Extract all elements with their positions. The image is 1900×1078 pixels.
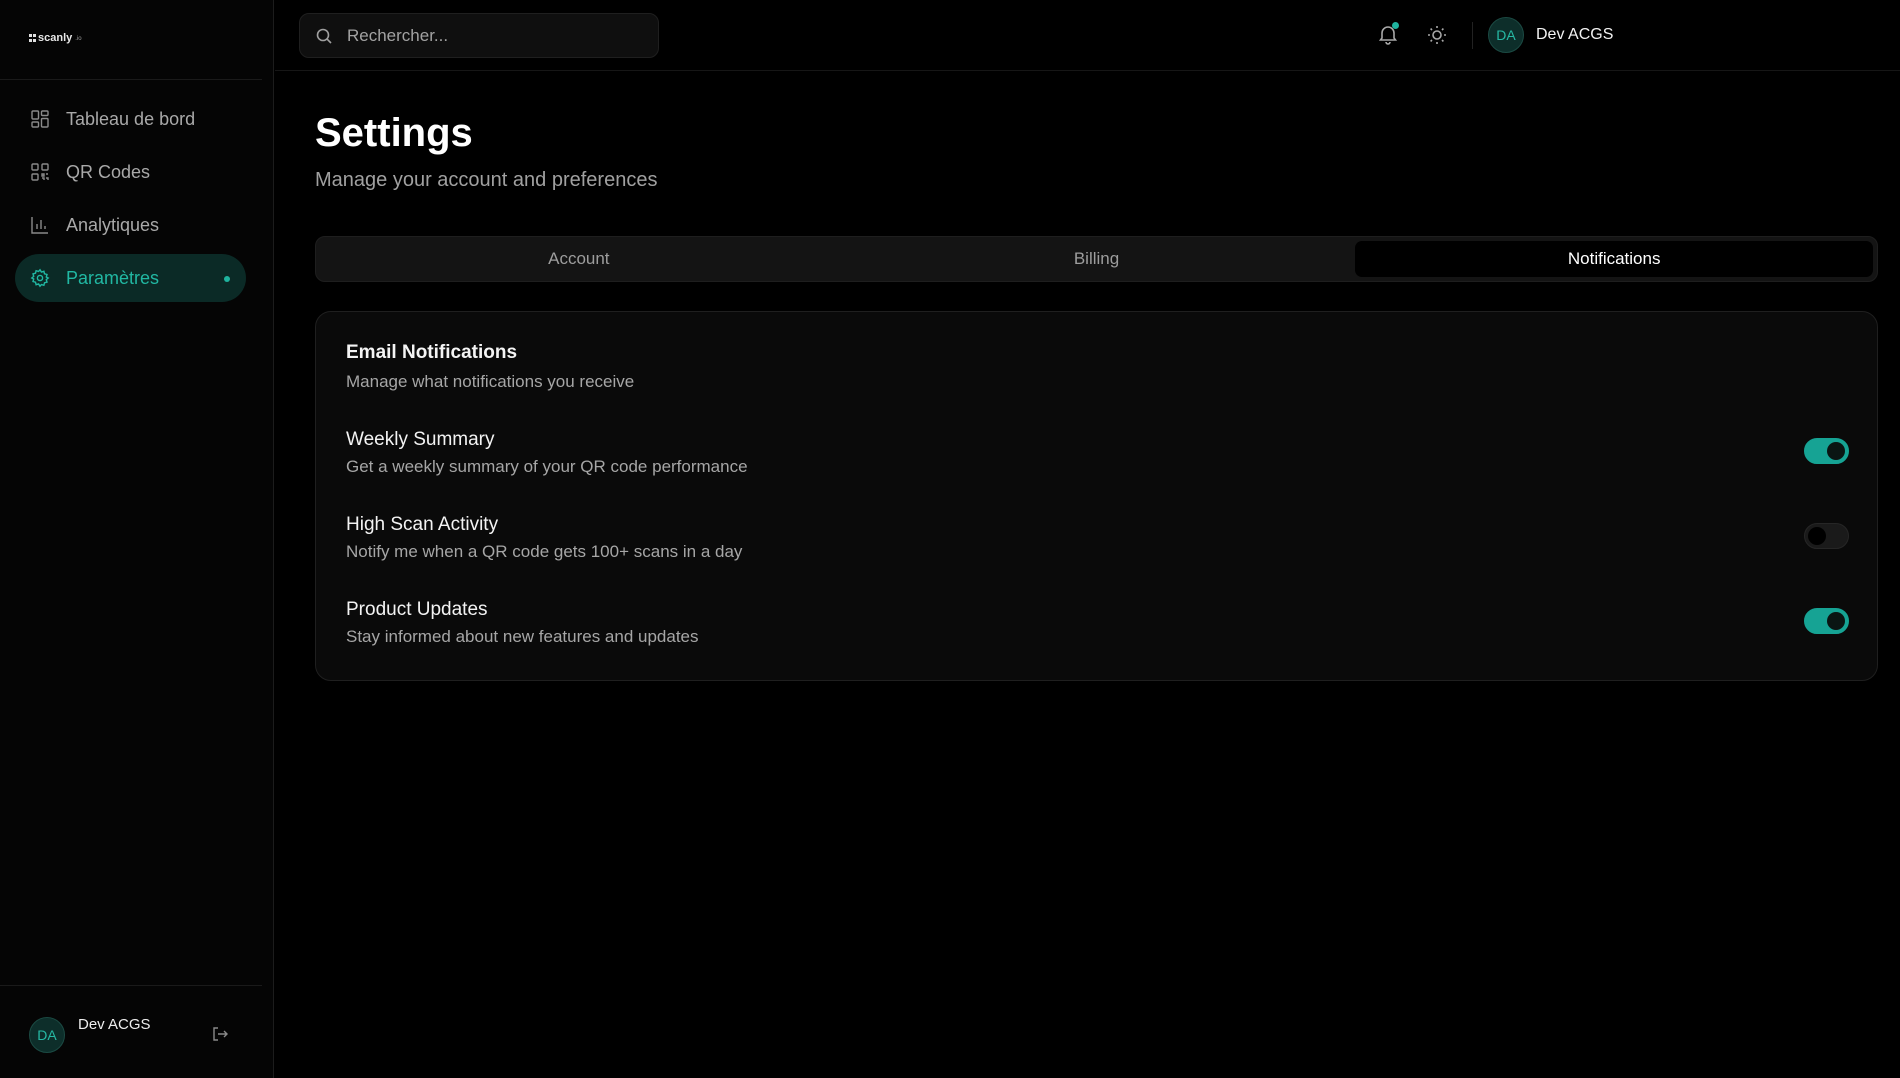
setting-hint: Notify me when a QR code gets 100+ scans… xyxy=(346,542,743,561)
sidebar-item-label: Tableau de bord xyxy=(66,108,196,129)
setting-label: High Scan Activity xyxy=(346,514,499,535)
toggle-knob xyxy=(1827,612,1845,630)
sidebar-item-label: Paramètres xyxy=(66,267,160,288)
logout-icon[interactable] xyxy=(211,1025,229,1043)
notifications-bell-icon[interactable] xyxy=(1376,22,1400,46)
sidebar-item-qr-codes[interactable]: QR Codes xyxy=(15,148,246,196)
sidebar-item-analytics[interactable]: Analytiques xyxy=(15,201,246,249)
sidebar-bottom-divider xyxy=(0,985,262,986)
sidebar-item-label: QR Codes xyxy=(66,161,151,182)
tab-billing[interactable]: Billing xyxy=(838,241,1356,277)
sidebar-user: DA Dev ACGS xyxy=(29,1015,234,1055)
theme-toggle-sun-icon[interactable] xyxy=(1425,23,1449,47)
settings-tabs: Account Billing Notifications xyxy=(315,236,1878,282)
user-name: Dev ACGS xyxy=(78,1016,151,1033)
logo-tld: .io xyxy=(75,36,82,42)
main-content: Settings Manage your account and prefere… xyxy=(275,71,1900,1078)
card-description: Manage what notifications you receive xyxy=(346,372,635,391)
setting-hint: Get a weekly summary of your QR code per… xyxy=(346,457,748,476)
search-box[interactable] xyxy=(299,13,659,58)
topbar xyxy=(275,0,1900,71)
avatar[interactable]: DA xyxy=(29,1017,65,1053)
tab-account[interactable]: Account xyxy=(320,241,838,277)
scanly-logo-icon xyxy=(29,34,36,42)
setting-weekly-summary: Weekly Summary Get a weekly summary of y… xyxy=(346,429,1849,489)
setting-label: Product Updates xyxy=(346,599,488,620)
page-title: Settings xyxy=(315,111,473,155)
setting-hint: Stay informed about new features and upd… xyxy=(346,627,699,646)
sidebar: scanly .io Tableau de bord QR Codes Anal… xyxy=(0,0,274,1078)
tab-notifications[interactable]: Notifications xyxy=(1355,241,1874,277)
product-updates-toggle[interactable] xyxy=(1804,608,1849,634)
sidebar-divider xyxy=(0,79,262,80)
sidebar-nav: Tableau de bord QR Codes Analytiques Par… xyxy=(15,95,246,307)
page-subtitle: Manage your account and preferences xyxy=(315,169,658,191)
dashboard-icon xyxy=(30,109,50,129)
notification-dot xyxy=(1392,22,1399,29)
active-indicator-dot xyxy=(224,276,230,282)
avatar[interactable]: DA xyxy=(1488,17,1524,53)
email-notifications-card: Email Notifications Manage what notifica… xyxy=(315,311,1878,681)
toggle-knob xyxy=(1808,527,1826,545)
topbar-separator xyxy=(1472,22,1473,49)
app-logo[interactable]: scanly .io xyxy=(29,32,82,44)
weekly-summary-toggle[interactable] xyxy=(1804,438,1849,464)
toggle-knob xyxy=(1827,442,1845,460)
search-icon xyxy=(315,27,333,45)
setting-label: Weekly Summary xyxy=(346,429,495,450)
high-scan-activity-toggle[interactable] xyxy=(1804,523,1849,549)
card-title: Email Notifications xyxy=(346,342,518,363)
user-name: Dev ACGS xyxy=(1536,26,1614,43)
logo-text: scanly xyxy=(38,32,73,44)
gear-icon xyxy=(30,268,50,288)
qr-code-icon xyxy=(30,162,50,182)
bar-chart-icon xyxy=(30,215,50,235)
sidebar-item-label: Analytiques xyxy=(66,214,160,235)
search-input[interactable] xyxy=(347,25,647,46)
setting-high-scan-activity: High Scan Activity Notify me when a QR c… xyxy=(346,514,1849,574)
topbar-user[interactable]: DA Dev ACGS xyxy=(1488,17,1613,53)
sidebar-item-settings[interactable]: Paramètres xyxy=(15,254,246,302)
sidebar-item-dashboard[interactable]: Tableau de bord xyxy=(15,95,246,143)
setting-product-updates: Product Updates Stay informed about new … xyxy=(346,599,1849,659)
